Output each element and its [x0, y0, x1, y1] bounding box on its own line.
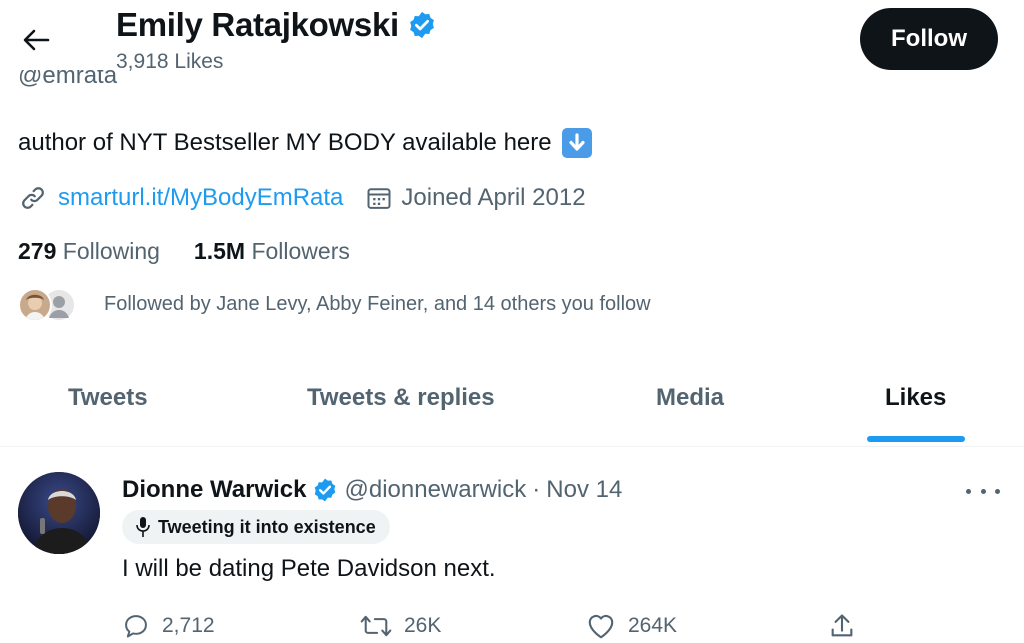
share-button[interactable] [828, 612, 856, 640]
followed-by-row[interactable]: Followed by Jane Levy, Abby Feiner, and … [18, 288, 651, 322]
followers-count-link[interactable]: 1.5M Followers [194, 238, 350, 265]
status-label: Tweeting it into existence [158, 516, 376, 537]
microphone-icon [136, 517, 150, 537]
profile-website-link[interactable]: smarturl.it/MyBodyEmRata [58, 184, 343, 212]
tab-likes[interactable]: Likes [885, 384, 946, 412]
profile-name-header: Emily Ratajkowski [116, 6, 437, 44]
tweet-author-handle[interactable]: @dionnewarwick [344, 476, 526, 504]
likes-count: 3,918 Likes [116, 50, 224, 73]
like-button[interactable]: 264K [586, 612, 677, 640]
retweet-count: 26K [404, 614, 442, 637]
follow-counts: 279 Following 1.5M Followers [18, 238, 350, 265]
tweet-author-name[interactable]: Dionne Warwick [122, 476, 306, 504]
reply-icon [125, 615, 147, 638]
tweet-date[interactable]: Nov 14 [546, 476, 622, 504]
joined-date: Joined April 2012 [401, 184, 586, 211]
down-arrow-emoji-icon [561, 128, 592, 158]
tweet-header: Dionne Warwick @dionnewarwick · Nov 14 [122, 476, 622, 504]
followers-label: Followers [251, 238, 350, 264]
like-count: 264K [628, 614, 678, 637]
following-count-link[interactable]: 279 Following [18, 238, 160, 265]
followed-by-text: Followed by Jane Levy, Abby Feiner, and … [104, 292, 651, 315]
profile-name: Emily Ratajkowski [116, 6, 399, 43]
profile-meta: smarturl.it/MyBodyEmRata Joined April 20… [18, 183, 586, 213]
following-count: 279 [18, 238, 57, 264]
calendar-icon [367, 188, 391, 209]
like-icon [588, 614, 614, 639]
verified-badge-icon [410, 11, 434, 39]
follower-avatar [18, 288, 52, 322]
profile-handle: @emrata [18, 70, 117, 92]
share-icon [831, 614, 853, 637]
retweet-icon [360, 615, 392, 637]
followers-count: 1.5M [193, 238, 246, 264]
retweet-button[interactable]: 26K [360, 612, 441, 640]
tab-media[interactable]: Media [656, 384, 724, 412]
tweet-author-avatar[interactable] [18, 472, 100, 554]
verified-badge-icon [315, 478, 336, 502]
tweet-meta-separator: · [532, 476, 541, 503]
follow-button[interactable]: Follow [860, 8, 998, 70]
reply-button[interactable]: 2,712 [122, 612, 215, 640]
back-arrow-icon [23, 29, 50, 51]
status-pill[interactable]: Tweeting it into existence [122, 510, 390, 544]
active-tab-indicator [867, 436, 965, 442]
bio-text: author of NYT Bestseller MY BODY availab… [18, 129, 552, 156]
profile-bio: author of NYT Bestseller MY BODY availab… [18, 128, 592, 158]
back-button[interactable] [14, 20, 58, 60]
reply-count: 2,712 [162, 614, 215, 637]
following-label: Following [62, 238, 160, 264]
profile-handle-text: @emrata [18, 70, 118, 89]
link-icon [22, 187, 44, 209]
tabs-divider [0, 446, 1024, 447]
tab-tweets[interactable]: Tweets [68, 384, 148, 412]
tab-tweets-and-replies[interactable]: Tweets & replies [307, 384, 495, 412]
more-icon[interactable] [966, 484, 1000, 498]
tweet-text: I will be dating Pete Davidson next. [122, 555, 496, 582]
